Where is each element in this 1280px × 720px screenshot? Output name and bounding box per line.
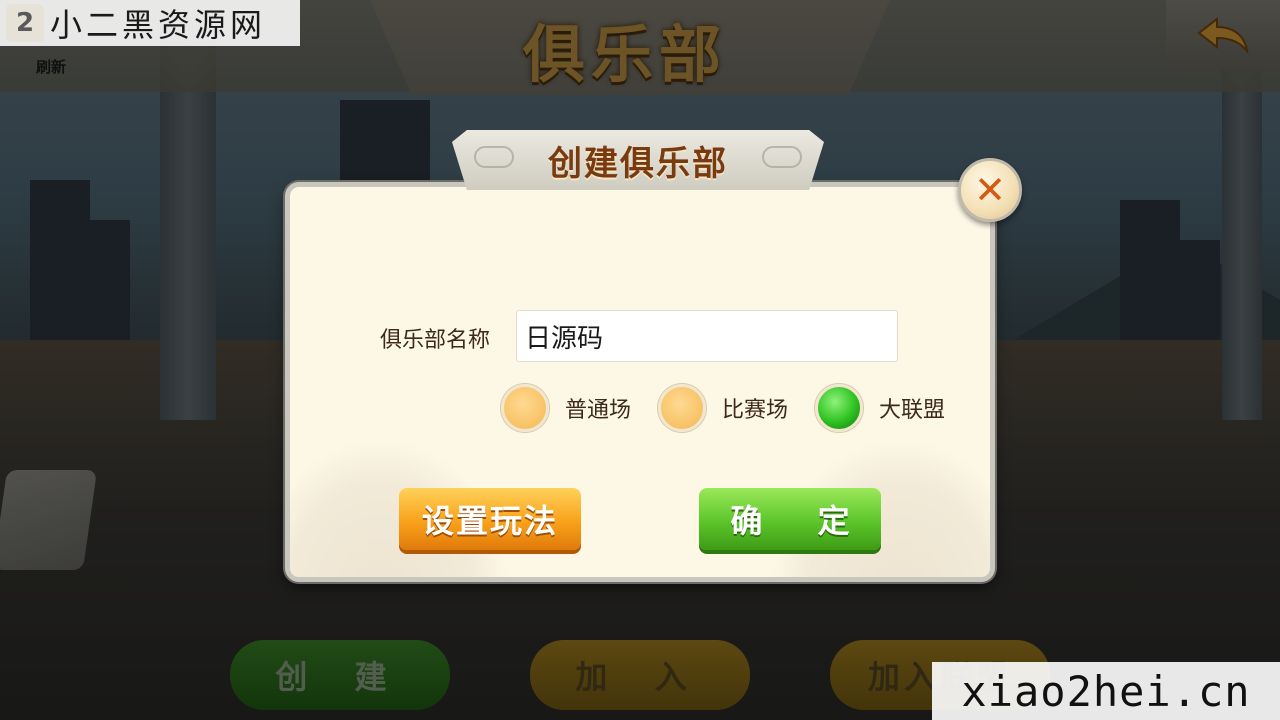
- confirm-button[interactable]: 确 定: [699, 488, 881, 550]
- radio-option-normal[interactable]: 普通场: [501, 384, 631, 432]
- close-x-icon: ✕: [974, 168, 1006, 212]
- radio-label: 大联盟: [879, 398, 946, 423]
- radio-option-league[interactable]: 大联盟: [815, 384, 945, 432]
- cloud-decoration: [474, 146, 514, 168]
- logo-icon: 2: [6, 4, 44, 42]
- dialog-title-tab: 创建俱乐部: [452, 130, 824, 190]
- create-club-dialog: [285, 182, 995, 582]
- club-name-input[interactable]: [516, 310, 898, 362]
- radio-label: 比赛场: [722, 398, 789, 423]
- set-rules-button[interactable]: 设置玩法: [399, 488, 581, 550]
- radio-button-selected[interactable]: [815, 384, 863, 432]
- watermark-url: xiao2hei.cn: [932, 662, 1280, 720]
- close-button[interactable]: ✕: [958, 158, 1022, 222]
- watermark-text: 小二黑资源网: [50, 6, 267, 44]
- club-name-label: 俱乐部名称: [380, 328, 491, 353]
- cloud-decoration: [762, 146, 802, 168]
- radio-option-match[interactable]: 比赛场: [658, 384, 788, 432]
- radio-button[interactable]: [658, 384, 706, 432]
- dialog-title: 创建俱乐部: [548, 143, 728, 184]
- watermark-logo: 2 小二黑资源网: [0, 0, 300, 46]
- radio-label: 普通场: [565, 398, 632, 423]
- radio-button[interactable]: [501, 384, 549, 432]
